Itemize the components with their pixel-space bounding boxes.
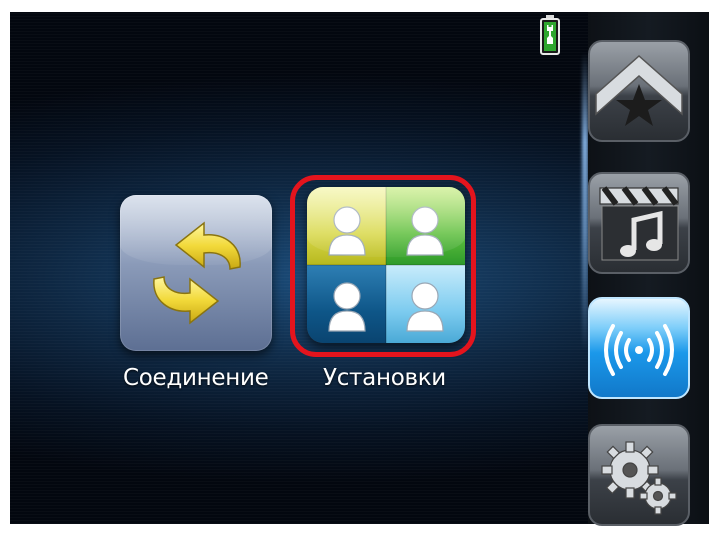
sidebar-item-settings[interactable] xyxy=(588,424,690,526)
home-star-icon xyxy=(595,54,683,126)
sync-arrows-icon xyxy=(153,221,241,325)
connect-app-icon[interactable] xyxy=(120,195,272,351)
selection-highlight xyxy=(290,175,476,357)
media-clapper-note-icon xyxy=(599,186,679,261)
sidebar-item-connect[interactable] xyxy=(588,297,690,399)
sidebar-item-home[interactable] xyxy=(588,40,690,142)
wireless-signal-icon xyxy=(604,324,674,376)
battery-charging-icon xyxy=(538,14,562,56)
connect-app-label: Соединение xyxy=(123,365,269,391)
gears-icon xyxy=(601,441,677,515)
sidebar-item-media[interactable] xyxy=(588,172,690,274)
main-area: Соединение Установки xyxy=(10,12,585,524)
settings-app-label: Установки xyxy=(323,365,446,391)
